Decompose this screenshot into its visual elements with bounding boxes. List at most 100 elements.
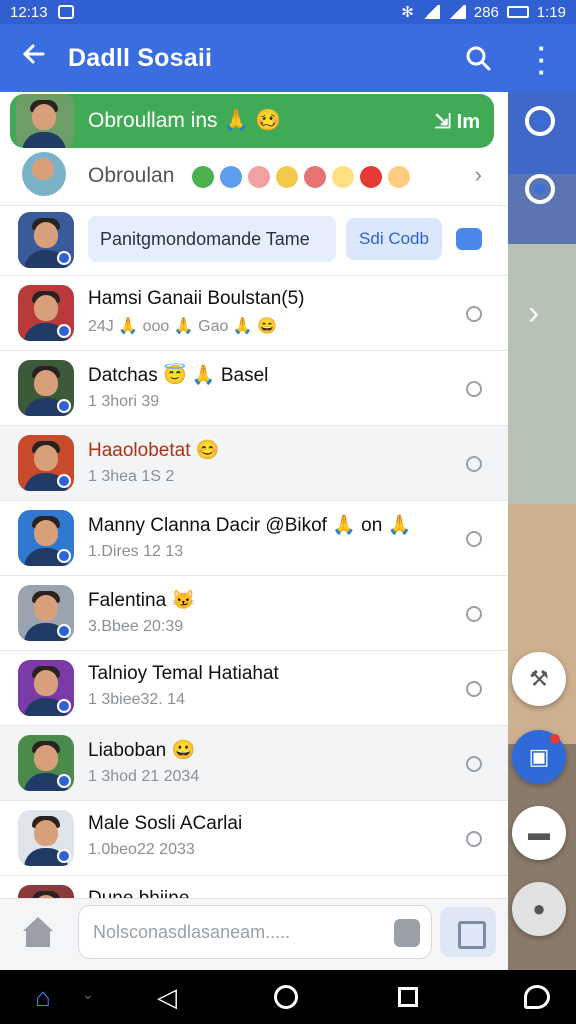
home-icon[interactable] [20,917,56,953]
select-radio[interactable] [466,606,482,622]
chat-meta: 1.0beo22 2033 [88,841,195,858]
compose-button[interactable]: ▣ [512,730,566,784]
select-radio[interactable] [466,456,482,472]
person-icon: ● [532,896,546,921]
banner-action[interactable]: ⇲ Im [434,109,480,134]
chevron-down-icon[interactable]: ⌄ [82,986,94,1003]
chat-row[interactable]: Dune bhiine [0,876,508,898]
status-clock: 1:19 [536,3,566,21]
chat-text: Talnioy Temal Hatiahat 1 3biee32. 14 [88,663,448,709]
tools-icon: ⚒ [529,666,549,691]
message-bubble[interactable]: Panitgmondomande Tame [88,216,336,262]
chat-row[interactable]: Haaolobetat 😊 1 3hea 1S 2 [0,426,508,501]
avatar [18,660,74,716]
ring-icon[interactable] [525,106,555,136]
select-radio[interactable] [466,306,482,322]
reaction-emojis [192,166,410,188]
chat-rows: Hamsi Ganaii Boulstan(5) 24J 🙏 ooo 🙏 Gao … [0,276,508,898]
avatar [18,585,74,641]
battery-icon [506,6,529,18]
chat-list: Obroullam ins 🙏 🥴 ⇲ Im Obroulan › Panitg… [0,92,508,898]
home-circle-icon[interactable] [274,985,298,1009]
chat-row[interactable]: Liaboban 😀 1 3hod 21 2034 [0,726,508,801]
attach-icon[interactable] [394,919,420,947]
chat-name: Talnioy Temal Hatiahat [88,663,279,684]
chat-name: Male Sosli ACarlai [88,813,243,834]
back-nav-icon[interactable]: ◁ [152,982,182,1012]
avatar [18,360,74,416]
back-button[interactable] [0,41,68,75]
chat-name: Dune bhiine [88,888,448,898]
chat-meta: 24J 🙏 ooo 🙏 Gao 🙏 😄 [88,318,278,335]
chat-bubble-button[interactable]: ▬ [512,806,566,860]
notification-icon [57,5,74,19]
chat-row[interactable]: Hamsi Ganaii Boulstan(5) 24J 🙏 ooo 🙏 Gao … [0,276,508,351]
chat-name: Datchas 😇 🙏 Basel [88,365,269,386]
send-button[interactable] [440,907,496,957]
assistant-icon[interactable] [524,985,550,1009]
chat-text: Dune bhiine [88,888,448,898]
avatar [22,152,66,196]
chat-text: Falentina 😼 3.Bbee 20:39 [88,588,448,636]
chat-row[interactable]: Talnioy Temal Hatiahat 1 3biee32. 14 [0,651,508,726]
chat-text: Datchas 😇 🙏 Basel 1 3hori 39 [88,363,448,411]
home-nav-icon[interactable]: ⌂ [28,982,58,1012]
status-time: 12:13 [10,3,48,21]
chat-row[interactable]: Male Sosli ACarlai 1.0beo22 2033 [0,801,508,876]
notification-dot [550,734,560,744]
chat-meta: 1.Dires 12 13 [88,543,184,560]
reply-chip[interactable]: Sdi Codb [346,218,442,260]
compose-icon: ▣ [528,744,550,769]
chat-row[interactable]: Falentina 😼 3.Bbee 20:39 [0,576,508,651]
list-item-message[interactable]: Panitgmondomande Tame Sdi Codb [0,206,508,276]
chat-text: Manny Clanna Dacir @Bikof 🙏 on 🙏 1.Dires … [88,513,448,561]
chat-row[interactable]: Datchas 😇 🙏 Basel 1 3hori 39 [0,351,508,426]
select-radio[interactable] [466,531,482,547]
chat-name: Liaboban 😀 [88,740,196,761]
profile-button[interactable]: ● [512,882,566,936]
wifi-icon: ✻ [401,4,414,21]
message-input[interactable]: Nolsconasdlasaneam..... [78,905,432,959]
chat-meta: 1 3hea 1S 2 [88,468,175,485]
chat-text: Liaboban 😀 1 3hod 21 2034 [88,738,448,786]
avatar [18,285,74,341]
select-radio[interactable] [466,681,482,697]
page-title: Dadll Sosaii [68,43,213,72]
avatar [18,810,74,866]
search-button[interactable] [448,44,508,72]
app-bar: Dadll Sosaii [0,24,508,92]
chat-row[interactable]: Manny Clanna Dacir @Bikof 🙏 on 🙏 1.Dires … [0,501,508,576]
more-vert-icon[interactable]: · · · [508,35,576,85]
chevron-right-icon[interactable]: › [528,294,539,333]
chat-meta: 3.Bbee 20:39 [88,618,184,635]
ring-icon-2[interactable] [525,174,555,204]
pinned-banner[interactable]: Obroullam ins 🙏 🥴 ⇲ Im [10,94,494,148]
banner-title: Obroullam ins 🙏 🥴 [88,109,282,132]
chat-name: Manny Clanna Dacir @Bikof 🙏 on 🙏 [88,515,412,536]
chevron-right-icon[interactable]: › [475,162,482,188]
navigation-bar: ⌂ ⌄ ◁ [0,970,576,1024]
chat-bubble-icon: ▬ [528,820,550,845]
chat-icon[interactable] [456,228,482,250]
chat-name: Hamsi Ganaii Boulstan(5) [88,288,305,309]
chat-text: Hamsi Ganaii Boulstan(5) 24J 🙏 ooo 🙏 Gao … [88,288,448,336]
composer-bar: Nolsconasdlasaneam..... [0,898,508,970]
avatar [18,435,74,491]
chat-meta: 1 3biee32. 14 [88,691,185,708]
recents-icon[interactable] [398,987,418,1007]
avatar [18,510,74,566]
arrow-left-icon [22,44,45,64]
avatar [18,885,74,898]
tools-button[interactable]: ⚒ [512,652,566,706]
chat-meta: 1 3hori 39 [88,393,160,410]
chat-text: Haaolobetat 😊 1 3hea 1S 2 [88,438,448,486]
select-radio[interactable] [466,831,482,847]
select-radio[interactable] [466,381,482,397]
search-icon [466,46,491,71]
list-item-group[interactable]: Obroulan › [0,150,508,206]
status-value: 286 [473,3,499,21]
signal-icon [421,5,440,19]
status-bar: 12:13 ✻ 286 1:19 [0,0,576,24]
select-radio[interactable] [466,756,482,772]
group-name: Obroulan [88,164,175,187]
